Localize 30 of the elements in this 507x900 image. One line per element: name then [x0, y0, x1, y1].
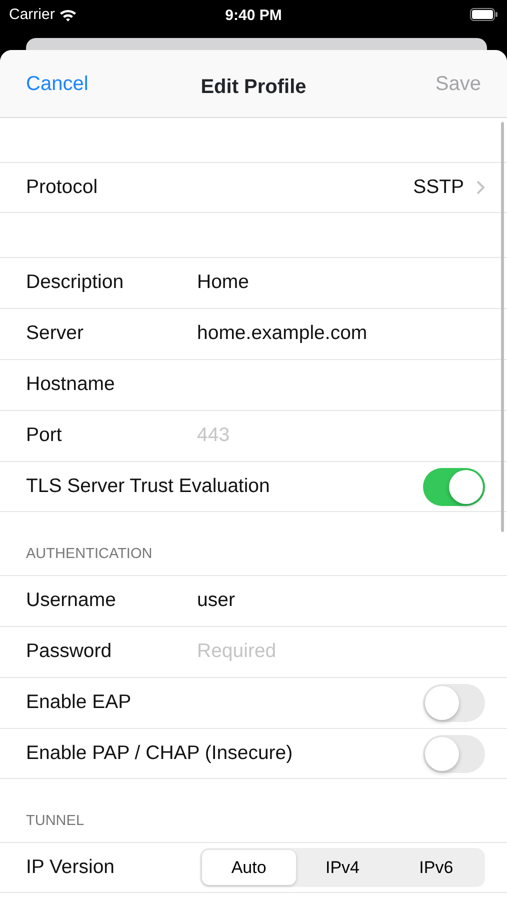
toggle-switch[interactable] — [423, 684, 485, 722]
segment-tab[interactable]: IPv6 — [389, 850, 484, 886]
battery-icon — [470, 8, 498, 21]
row-label: IP Version — [26, 854, 116, 880]
navigation-title: Edit Profile — [200, 75, 306, 100]
row-label: Hostname — [26, 372, 116, 398]
section-header: TUNNEL — [26, 812, 84, 832]
text-field[interactable]: user — [197, 586, 485, 616]
section-header: AUTHENTICATION — [26, 545, 152, 564]
protocol-row[interactable]: Protocol SSTP — [0, 162, 507, 213]
wifi-icon — [58, 8, 77, 22]
segment-tab[interactable]: IPv4 — [296, 850, 390, 886]
text-field[interactable]: Home — [197, 268, 485, 298]
text-field[interactable]: Required — [197, 637, 485, 667]
row-label: Password — [26, 639, 113, 664]
text-field[interactable]: home.example.com — [197, 319, 485, 349]
row-label: Username — [26, 588, 117, 614]
carrier-label: Carrier — [9, 5, 55, 25]
row-label: Enable EAP — [26, 690, 132, 716]
row-label: Server — [26, 321, 84, 346]
segment-tab[interactable]: Auto — [202, 850, 296, 886]
row-label: Description — [26, 270, 125, 296]
row-label: TLS Server Trust Evaluation — [26, 474, 271, 499]
status-time: 9:40 PM — [225, 6, 282, 26]
row-label: Port — [26, 423, 63, 448]
toggle-switch[interactable] — [423, 468, 485, 506]
chevron-icon — [476, 180, 485, 195]
toggle-switch[interactable] — [423, 734, 485, 772]
row-label: Enable PAP / CHAP (Insecure) — [26, 740, 294, 766]
text-field[interactable]: 443 — [197, 421, 485, 451]
